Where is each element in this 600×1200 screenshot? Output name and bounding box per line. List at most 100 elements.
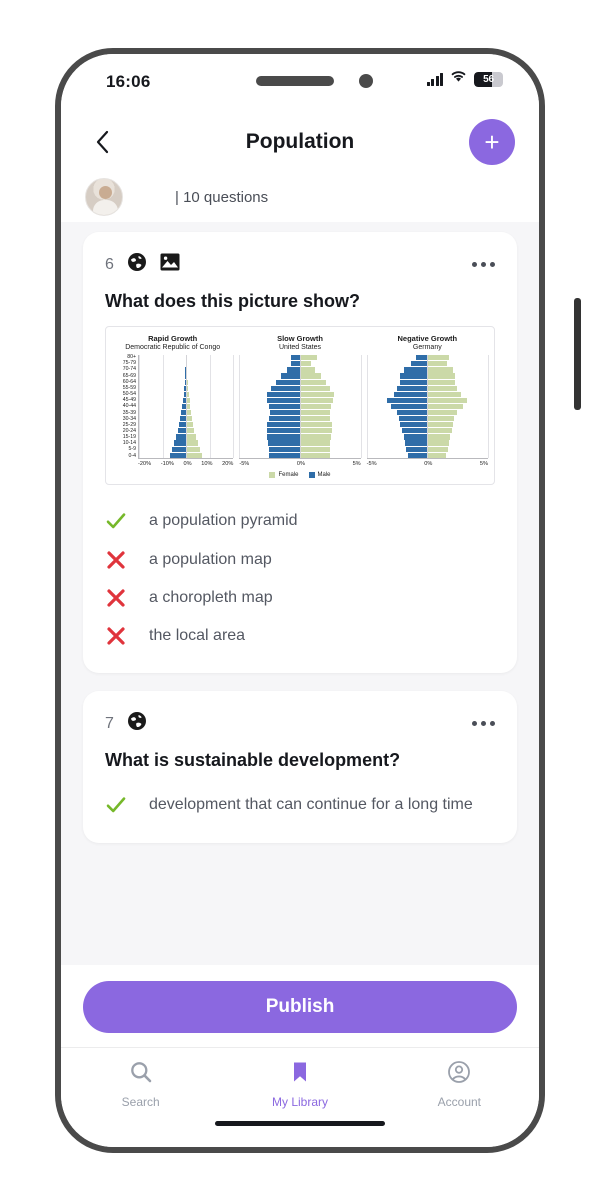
question-text: What does this picture show? xyxy=(105,291,361,311)
phone-frame: 16:06 56 Population + | 10 questions 6 W… xyxy=(55,48,545,1153)
bar-male xyxy=(281,373,300,379)
home-indicator[interactable] xyxy=(215,1121,385,1126)
bar-female xyxy=(299,355,317,361)
publish-bar: Publish xyxy=(61,965,539,1047)
bar-male xyxy=(404,440,428,446)
phone-screen: 16:06 56 Population + | 10 questions 6 W… xyxy=(61,54,539,1147)
age-tick: 0-4 xyxy=(128,452,137,459)
answer-options: a population pyramid a population map a ch… xyxy=(105,501,495,655)
more-options-icon[interactable] xyxy=(472,262,495,267)
bar-male xyxy=(177,428,187,434)
bar-female xyxy=(427,422,454,428)
tab-search[interactable]: Search xyxy=(61,1048,220,1121)
bar-female xyxy=(299,434,331,440)
pyramid-title: Slow Growth xyxy=(277,334,323,343)
bar-male xyxy=(290,361,300,367)
bar-female xyxy=(299,428,332,434)
back-button[interactable] xyxy=(85,125,119,159)
bar-male xyxy=(290,355,300,361)
add-question-button[interactable]: + xyxy=(469,119,515,165)
legend-label-male: Male xyxy=(317,472,331,479)
answer-option[interactable]: a population map xyxy=(105,541,495,579)
front-camera-icon xyxy=(359,74,373,88)
bar-male xyxy=(275,379,300,385)
answer-option[interactable]: a population pyramid xyxy=(105,501,495,541)
bar-female xyxy=(299,422,332,428)
bar-male xyxy=(387,397,428,403)
pyramid-chart: Rapid Growth Democratic Republic of Congo… xyxy=(112,334,235,468)
bar-male xyxy=(267,391,300,397)
question-card[interactable]: 6 What does this picture show? Rapid Gro… xyxy=(83,232,517,674)
answer-option[interactable]: the local area xyxy=(105,617,495,655)
check-icon xyxy=(105,794,127,816)
bar-male xyxy=(396,409,428,416)
bar-male xyxy=(269,452,300,458)
tab-label-search: Search xyxy=(121,1095,160,1109)
legend-label-female: Female xyxy=(278,472,299,479)
status-bar: 16:06 56 xyxy=(61,54,539,112)
x-tick: 0% xyxy=(424,461,433,468)
publish-button[interactable]: Publish xyxy=(83,981,517,1033)
bar-female xyxy=(427,397,467,403)
question-number: 7 xyxy=(105,714,114,732)
more-options-icon[interactable] xyxy=(472,721,495,727)
question-card[interactable]: 7 What is sustainable development? devel… xyxy=(83,691,517,844)
x-tick: 10% xyxy=(201,461,213,468)
globe-icon xyxy=(127,252,147,277)
x-tick: 5% xyxy=(479,461,488,468)
tab-my-library[interactable]: My Library xyxy=(220,1048,379,1121)
pyramid-chart: Slow Growth United States -5% 0% 5% xyxy=(239,334,362,467)
bar-female xyxy=(427,361,447,367)
bar-female xyxy=(299,403,331,410)
x-axis-ticks: -5% 0% 5% xyxy=(239,459,360,467)
bar-female xyxy=(427,403,463,410)
x-tick: -10% xyxy=(160,461,174,468)
bar-female xyxy=(427,440,449,446)
bar-female xyxy=(186,452,202,458)
bookmark-icon xyxy=(288,1060,312,1089)
bar-female xyxy=(427,452,446,458)
pyramid-subtitle: Germany xyxy=(412,343,442,351)
bar-male xyxy=(416,355,428,361)
bar-male xyxy=(270,409,300,416)
bar-male xyxy=(393,391,428,397)
pyramid-plot xyxy=(239,354,362,460)
answer-option[interactable]: development that can continue for a long… xyxy=(105,785,495,825)
answer-option-label: development that can continue for a long… xyxy=(149,796,473,814)
bar-female xyxy=(427,391,461,397)
tab-label-account: Account xyxy=(437,1095,481,1109)
pyramid-title: Rapid Growth xyxy=(148,334,198,343)
bar-female xyxy=(299,373,321,379)
bar-male xyxy=(403,434,428,440)
pyramid-plot xyxy=(366,354,489,460)
globe-icon xyxy=(127,711,147,736)
wifi-icon xyxy=(450,70,467,88)
bar-male xyxy=(286,367,300,373)
x-tick: 20% xyxy=(222,461,234,468)
bar-female xyxy=(427,446,448,452)
legend-item-female: Female xyxy=(269,472,299,479)
bar-female xyxy=(427,379,456,385)
question-count-label: | 10 questions xyxy=(175,188,269,206)
answer-option-label: the local area xyxy=(149,627,246,645)
bar-male xyxy=(269,446,300,452)
bar-male xyxy=(174,440,187,446)
bar-female xyxy=(299,409,330,416)
bar-female xyxy=(427,434,450,440)
cross-icon xyxy=(105,588,127,608)
avatar[interactable] xyxy=(85,178,123,216)
x-axis-ticks: -5% 0% 5% xyxy=(367,459,488,467)
answer-option[interactable]: a choropleth map xyxy=(105,579,495,617)
question-list[interactable]: 6 What does this picture show? Rapid Gro… xyxy=(61,222,539,965)
answer-option-label: a population pyramid xyxy=(149,512,298,530)
age-axis: 80+ 75-79 70-74 65-69 60-64 55-59 50-54 45-49 40… xyxy=(112,354,138,460)
bar-female xyxy=(299,397,333,403)
navigation-bar: Population + xyxy=(61,112,539,172)
bar-female xyxy=(186,440,198,446)
bar-male xyxy=(390,403,428,410)
legend-item-male: Male xyxy=(308,472,331,479)
bar-male xyxy=(269,416,300,422)
power-button[interactable] xyxy=(574,298,581,410)
bar-female xyxy=(299,452,330,458)
tab-account[interactable]: Account xyxy=(380,1048,539,1121)
